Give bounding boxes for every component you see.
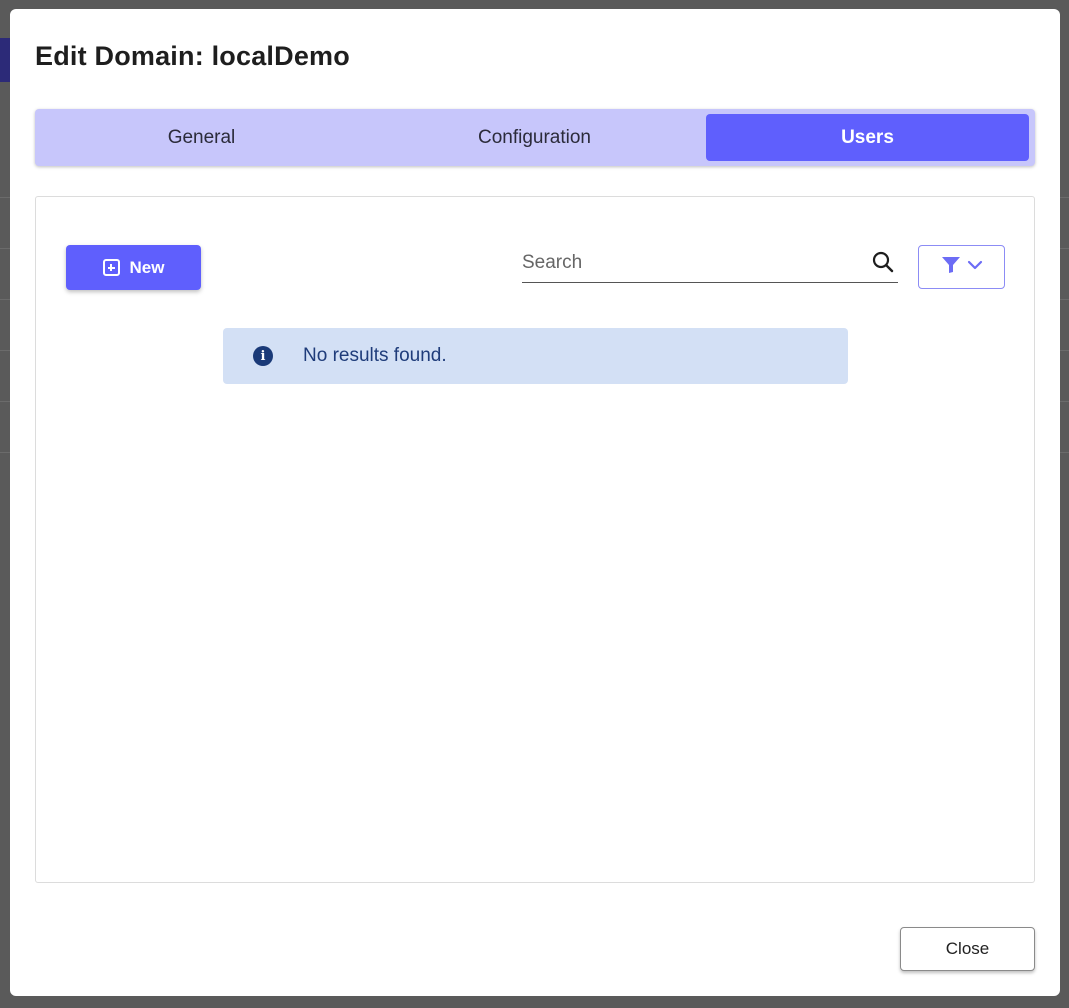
search-field <box>522 245 898 283</box>
search-icon[interactable] <box>872 251 894 278</box>
tab-configuration[interactable]: Configuration <box>373 114 696 161</box>
plus-square-icon <box>102 259 120 276</box>
search-input[interactable] <box>522 245 862 281</box>
background-button <box>0 38 10 82</box>
no-results-alert: i No results found. <box>223 328 848 384</box>
close-button[interactable]: Close <box>900 927 1035 971</box>
new-button-label: New <box>129 257 165 277</box>
users-panel: New i No <box>35 196 1035 883</box>
filter-icon <box>941 256 961 279</box>
tab-bar: General Configuration Users <box>35 109 1035 166</box>
filter-dropdown-button[interactable] <box>918 245 1005 289</box>
new-user-button[interactable]: New <box>66 245 201 290</box>
alert-text: No results found. <box>303 345 447 366</box>
tab-general[interactable]: General <box>40 114 363 161</box>
info-icon: i <box>253 346 273 366</box>
tab-users[interactable]: Users <box>706 114 1029 161</box>
modal-title: Edit Domain: localDemo <box>35 41 350 71</box>
chevron-down-icon <box>967 258 983 276</box>
edit-domain-modal: Edit Domain: localDemo General Configura… <box>10 9 1060 996</box>
